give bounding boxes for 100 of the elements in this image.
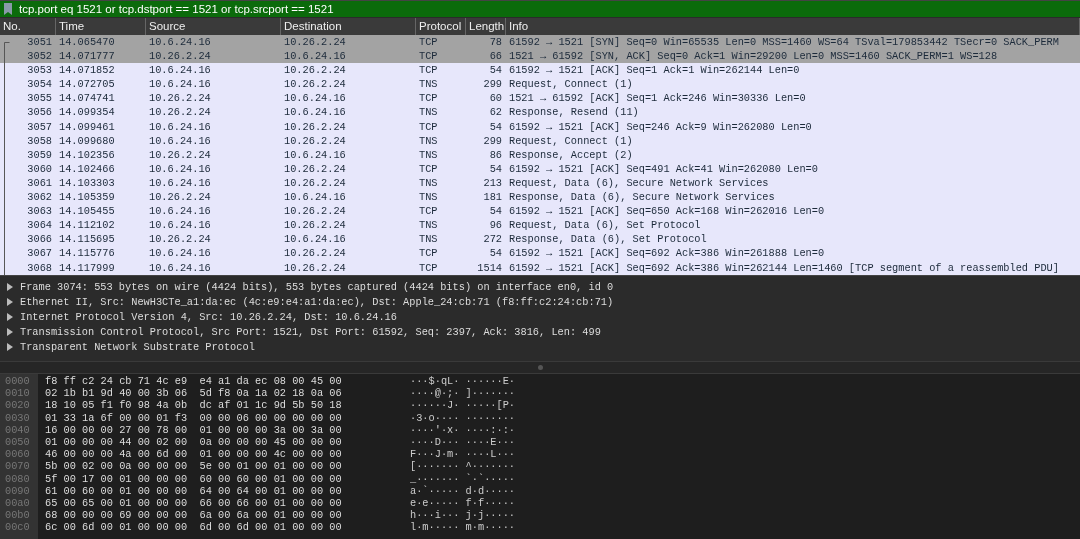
byte-offset: 0050 — [4, 435, 30, 449]
table-cell-text: 1521 → 61592 [ACK] Seq=1 Ack=246 Win=30336 Len=0 — [508, 91, 807, 106]
table-cell-text: 14.065470 — [58, 35, 116, 50]
expand-arrow-icon[interactable] — [6, 327, 14, 336]
ascii-bytes: [······· ^······· — [409, 460, 516, 473]
table-cell-text: 10.6.24.16 — [283, 190, 347, 205]
byte-offset: 0020 — [4, 399, 30, 412]
table-cell-text: 10.6.24.16 — [148, 63, 212, 78]
table-cell-text: 61592 → 1521 [SYN] Seq=0 Win=65535 Len=0 MSS=1460 WS=64 TSval=179853442 TSecr=0 SACK_PERM — [508, 35, 1060, 50]
table-cell-text: 3057 — [26, 119, 53, 134]
table-cell-text: 14.074741 — [58, 91, 116, 106]
table-cell-text: 10.6.24.16 — [283, 91, 347, 106]
table-cell-text: 14.102466 — [58, 161, 116, 176]
table-cell-text: TCP — [418, 119, 439, 134]
table-cell-text: 61592 → 1521 [ACK] Seq=650 Ack=168 Win=262016 Len=0 — [508, 204, 826, 219]
table-cell-text: 14.071777 — [58, 49, 116, 64]
table-cell-text: TNS — [418, 190, 439, 205]
ascii-bytes: ···$·qL· ······E· — [409, 375, 516, 388]
table-cell-text: 10.6.24.16 — [148, 77, 212, 92]
byte-offset: 0080 — [4, 472, 30, 485]
table-cell-text: 54 — [488, 63, 503, 78]
table-cell-text: TCP — [418, 35, 439, 50]
splitter-handle[interactable] — [537, 365, 543, 370]
table-cell-text: 10.6.24.16 — [148, 260, 212, 275]
expand-arrow-icon[interactable] — [6, 342, 14, 351]
byte-offset: 0000 — [4, 375, 30, 388]
table-cell-text: 10.6.24.16 — [283, 232, 347, 247]
table-cell-text: 10.6.24.16 — [148, 246, 212, 261]
table-cell-text: 10.26.2.24 — [283, 63, 347, 78]
detail-item[interactable]: Internet Protocol Version 4, Src: 10.26.2.24, Dst: 10.6.24.16 — [20, 311, 397, 323]
hex-bytes: 01 00 00 00 44 00 02 00 0a 00 00 00 45 00 00 00 — [44, 435, 343, 449]
byte-offset: 0030 — [4, 411, 30, 424]
table-cell-text: 10.26.2.24 — [148, 147, 212, 162]
ascii-bytes: e·e····· f·f····· — [409, 496, 516, 510]
table-cell-text: 54 — [488, 161, 503, 176]
table-cell-text: 3053 — [26, 63, 53, 78]
expand-arrow-icon[interactable] — [6, 313, 14, 321]
table-cell-text: 3066 — [26, 232, 53, 247]
table-cell-text: Request, Connect (1) — [508, 133, 634, 148]
table-cell-text: 3058 — [26, 133, 53, 148]
packet-row[interactable]: 3052 14.071777 10.26.2.24 10.6.24.16 TCP 66 1521 → 61592 [SYN, ACK] Seq=0 Ack=1 Win=29200 Len=0 MSS=1460 SACK_PERM=1 WS=128 — [0, 49, 1080, 64]
table-cell-text: 14.099461 — [58, 119, 116, 134]
table-cell-text: 66 — [488, 49, 503, 64]
byte-offset: 0090 — [4, 484, 30, 497]
table-cell-text: TNS — [418, 133, 439, 148]
table-cell-text: 10.26.2.24 — [283, 246, 347, 261]
table-cell-text: 14.102356 — [58, 147, 116, 162]
table-cell-text: TCP — [418, 63, 439, 78]
conversation-bracket-icon — [4, 42, 10, 275]
ascii-bytes: ······J· ·····[P· — [409, 399, 516, 412]
detail-item[interactable]: Ethernet II, Src: NewH3CTe_a1:da:ec (4c:e9:e4:a1:da:ec), Dst: Apple_24:cb:71 (f8:ff:c2:24:cb:71) — [20, 296, 614, 309]
expand-arrow-icon[interactable] — [6, 298, 14, 307]
table-cell-text: 3052 — [26, 49, 53, 64]
table-cell-text: Response, Data (6), Secure Network Services — [508, 190, 776, 205]
table-cell-text: TNS — [418, 218, 439, 233]
table-cell-text: 54 — [488, 204, 503, 219]
table-cell-text: TCP — [418, 91, 439, 106]
table-cell-text: 213 — [482, 175, 503, 191]
packet-row[interactable]: 3051 14.065470 10.6.24.16 10.26.2.24 TCP 78 61592 → 1521 [SYN] Seq=0 Win=65535 Len=0 MSS=1460 WS=64 TSval=179853442 TSecr=0 SACK_PERM — [0, 35, 1080, 50]
detail-item[interactable]: Transparent Network Substrate Protocol — [20, 340, 255, 353]
expand-arrow-icon[interactable] — [6, 283, 14, 292]
table-cell-text: 14.117999 — [58, 260, 116, 275]
table-cell-text: 10.26.2.24 — [283, 175, 347, 191]
table-cell-text: 10.26.2.24 — [283, 204, 347, 219]
table-cell-text: 61592 → 1521 [ACK] Seq=692 Ack=386 Win=262144 Len=1460 [TCP segment of a reassembled PDU] — [508, 260, 1060, 275]
table-cell-text: 10.26.2.24 — [148, 190, 212, 205]
table-cell-text: 3062 — [26, 190, 53, 205]
table-cell-text: 60 — [488, 91, 503, 106]
ascii-bytes: ····D··· ····E··· — [409, 435, 516, 449]
table-cell-text: 14.115776 — [58, 246, 116, 261]
hex-bytes: 16 00 00 00 27 00 78 00 01 00 00 00 3a 00 3a 00 — [44, 423, 343, 436]
table-cell-text: 14.115695 — [58, 232, 116, 247]
table-cell-text: Request, Data (6), Set Protocol — [508, 218, 702, 233]
table-cell-text: TNS — [418, 147, 439, 162]
table-cell-text: 3054 — [26, 77, 53, 92]
hex-bytes: 01 33 1a 6f 00 00 01 f3 00 00 06 00 00 00 00 00 — [44, 411, 343, 424]
table-cell-text: 3064 — [26, 218, 53, 233]
table-cell-text: 299 — [482, 77, 503, 92]
table-cell-text: 54 — [488, 246, 503, 261]
table-cell-text: 3051 — [26, 35, 53, 50]
table-cell-text: 10.26.2.24 — [283, 133, 347, 148]
table-cell-text: 1514 — [476, 260, 503, 275]
byte-offset: 00b0 — [4, 509, 30, 522]
table-cell-text: 14.099680 — [58, 133, 116, 148]
table-cell-text: TCP — [418, 49, 439, 64]
detail-item[interactable]: Frame 3074: 553 bytes on wire (4424 bits), 553 bytes captured (4424 bits) on interface en0, id 0 — [20, 281, 614, 294]
table-cell-text: Response, Data (6), Set Protocol — [508, 232, 708, 247]
display-filter-field[interactable]: tcp.port eq 1521 or tcp.dstport == 1521 or tcp.srcport == 1521 — [0, 0, 1080, 18]
table-cell-text: 61592 → 1521 [ACK] Seq=692 Ack=386 Win=261888 Len=0 — [508, 246, 826, 261]
table-cell-text: 10.26.2.24 — [283, 35, 347, 50]
hex-bytes: 5b 00 02 00 0a 00 00 00 5e 00 01 00 01 00 00 00 — [44, 460, 343, 473]
detail-item[interactable]: Transmission Control Protocol, Src Port: 1521, Dst Port: 61592, Seq: 2397, Ack: 3816, Len: 499 — [20, 325, 601, 338]
table-cell-text: 3063 — [26, 204, 53, 219]
hex-bytes: 61 00 60 00 01 00 00 00 64 00 64 00 01 00 00 00 — [44, 484, 343, 497]
table-cell-text: 299 — [482, 133, 503, 148]
table-cell-text: 10.6.24.16 — [283, 147, 347, 162]
table-cell-text: 14.099354 — [58, 105, 116, 120]
table-cell-text: 62 — [488, 105, 503, 120]
table-cell-text: 14.112102 — [58, 218, 116, 233]
ascii-bytes: a·`····· d·d····· — [409, 484, 516, 497]
